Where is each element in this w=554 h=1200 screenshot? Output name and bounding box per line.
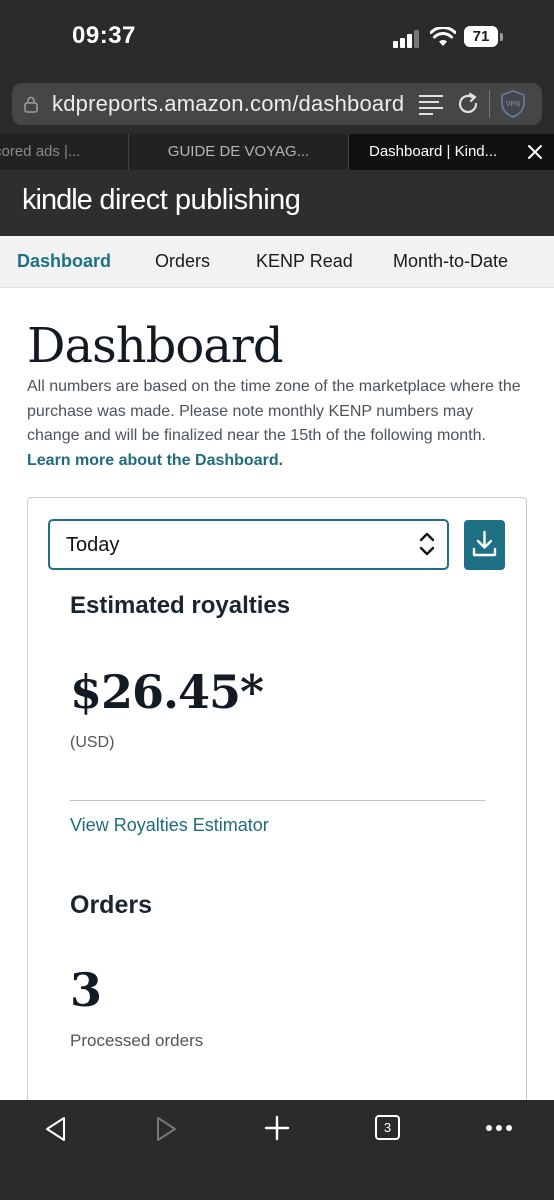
close-icon[interactable] [527, 144, 543, 160]
logo-word-rest: direct publishing [99, 184, 301, 216]
lock-icon [24, 96, 38, 113]
battery-indicator: 71 [464, 26, 498, 47]
divider [70, 800, 485, 801]
logo-word-kindle: kindle [22, 184, 93, 216]
learn-more-link[interactable]: Learn more about the Dashboard. [27, 452, 283, 469]
browser-tab[interactable]: cored ads |... [0, 134, 129, 170]
royalties-estimator-link[interactable]: View Royalties Estimator [70, 815, 269, 836]
tabs-count-button[interactable]: 3 [375, 1115, 400, 1140]
tab-title: cored ads |... [0, 143, 81, 160]
page-title: Dashboard [27, 318, 284, 374]
orders-count: 3 [70, 963, 103, 1017]
tab-title: Dashboard | Kind... [369, 143, 498, 160]
kdp-logo[interactable]: kindle direct publishing [22, 184, 301, 217]
toolbar-divider [489, 90, 490, 118]
nav-item-kenp-read[interactable]: KENP Read [256, 251, 353, 272]
download-icon [472, 530, 497, 557]
royalties-amount: $26.45* [70, 665, 264, 719]
nav-item-dashboard[interactable]: Dashboard [17, 251, 111, 272]
browser-tab-active[interactable]: Dashboard | Kind... [349, 134, 554, 170]
back-arrow-icon[interactable] [44, 1116, 68, 1142]
svg-text:VPN: VPN [506, 101, 520, 108]
chevron-up-down-icon [419, 532, 435, 556]
orders-heading: Orders [70, 891, 152, 919]
battery-tip [500, 33, 503, 41]
cellular-signal-icon [393, 30, 419, 48]
royalties-heading: Estimated royalties [70, 592, 291, 619]
tab-title: GUIDE DE VOYAG... [167, 143, 310, 160]
browser-tab[interactable]: GUIDE DE VOYAG... [129, 134, 349, 170]
more-options-icon[interactable] [485, 1124, 513, 1132]
orders-caption: Processed orders [70, 1031, 204, 1050]
forward-arrow-icon[interactable] [154, 1116, 178, 1142]
url-text[interactable]: kdpreports.amazon.com/dashboard [52, 91, 404, 117]
plus-icon[interactable] [264, 1115, 290, 1141]
nav-item-month-to-date[interactable]: Month-to-Date [393, 251, 508, 272]
status-time: 09:37 [72, 22, 136, 49]
royalties-currency: (USD) [70, 734, 115, 751]
reload-icon[interactable] [456, 92, 480, 116]
intro-body: All numbers are based on the time zone o… [27, 378, 521, 444]
nav-item-orders[interactable]: Orders [155, 251, 210, 272]
vpn-shield-icon[interactable]: VPN [500, 90, 526, 118]
intro-text: All numbers are based on the time zone o… [27, 375, 527, 473]
reader-mode-icon[interactable] [419, 93, 443, 115]
wifi-icon [430, 27, 456, 46]
period-select-value[interactable]: Today [66, 534, 119, 557]
